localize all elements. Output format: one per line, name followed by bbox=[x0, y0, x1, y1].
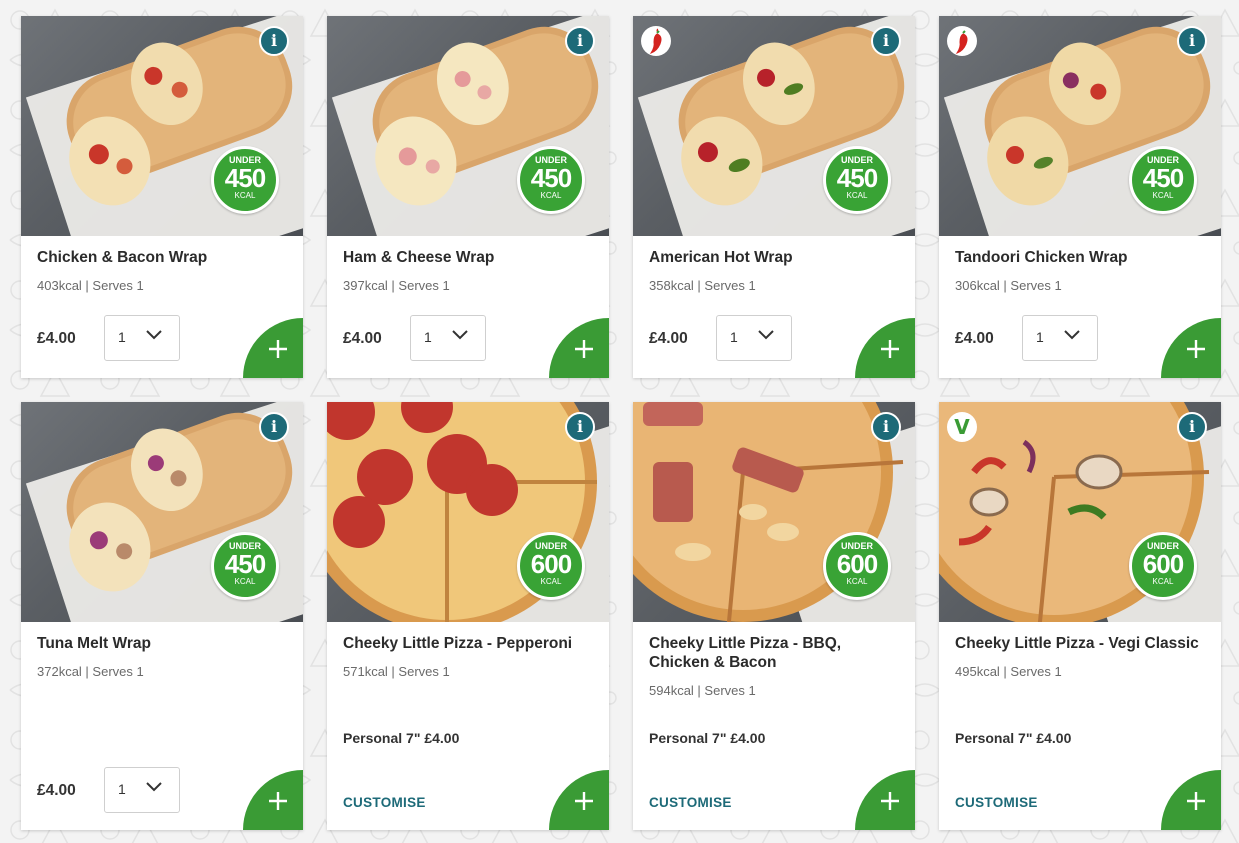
calorie-badge: UNDER 450 KCAL bbox=[1129, 146, 1197, 214]
add-to-basket-button[interactable] bbox=[549, 770, 609, 830]
chevron-down-icon bbox=[758, 330, 774, 340]
info-icon[interactable]: i bbox=[565, 26, 595, 56]
calorie-badge: UNDER 600 KCAL bbox=[1129, 532, 1197, 600]
product-title[interactable]: Cheeky Little Pizza - Vegi Classic bbox=[955, 634, 1205, 653]
product-card-pizza-vegi-classic: UNDER 600 KCAL V i Cheeky Little Pizza -… bbox=[939, 402, 1221, 830]
product-card-pizza-pepperoni: UNDER 600 KCAL i Cheeky Little Pizza - P… bbox=[327, 402, 609, 830]
calorie-badge: UNDER 450 KCAL bbox=[517, 146, 585, 214]
quantity-select[interactable]: 1 bbox=[104, 767, 180, 813]
size-price: Personal 7" £4.00 bbox=[343, 730, 460, 746]
product-title[interactable]: American Hot Wrap bbox=[649, 248, 899, 267]
product-price: £4.00 bbox=[37, 782, 76, 799]
quantity-select[interactable]: 1 bbox=[104, 315, 180, 361]
chilli-icon bbox=[641, 26, 671, 56]
size-price: Personal 7" £4.00 bbox=[955, 730, 1072, 746]
add-to-basket-button[interactable] bbox=[1161, 770, 1221, 830]
product-card-chicken-bacon-wrap: UNDER 450 KCAL i Chicken & Bacon Wrap 40… bbox=[21, 16, 303, 378]
add-to-basket-button[interactable] bbox=[1161, 318, 1221, 378]
customise-link[interactable]: CUSTOMISE bbox=[955, 795, 1038, 810]
product-title[interactable]: Tuna Melt Wrap bbox=[37, 634, 287, 653]
wrap-image[interactable]: UNDER 450 KCAL i bbox=[21, 16, 303, 236]
product-title[interactable]: Cheeky Little Pizza - Pepperoni bbox=[343, 634, 593, 653]
add-to-basket-button[interactable] bbox=[855, 770, 915, 830]
wrap-image[interactable]: UNDER 450 KCAL i bbox=[939, 16, 1221, 236]
product-card-tandoori-chicken-wrap: UNDER 450 KCAL i Tandoori Chicken Wrap 3… bbox=[939, 16, 1221, 378]
add-to-basket-button[interactable] bbox=[549, 318, 609, 378]
plus-icon bbox=[1187, 792, 1205, 810]
product-price: £4.00 bbox=[955, 330, 994, 347]
quantity-select[interactable]: 1 bbox=[716, 315, 792, 361]
product-title[interactable]: Ham & Cheese Wrap bbox=[343, 248, 593, 267]
plus-icon bbox=[881, 792, 899, 810]
add-to-basket-button[interactable] bbox=[243, 770, 303, 830]
pizza-image[interactable]: UNDER 600 KCAL i bbox=[633, 402, 915, 622]
pizza-image[interactable]: UNDER 600 KCAL V i bbox=[939, 402, 1221, 622]
info-icon[interactable]: i bbox=[871, 26, 901, 56]
product-title[interactable]: Cheeky Little Pizza - BBQ, Chicken & Bac… bbox=[649, 634, 899, 672]
plus-icon bbox=[575, 792, 593, 810]
vegetarian-icon: V bbox=[947, 412, 977, 442]
info-icon[interactable]: i bbox=[565, 412, 595, 442]
product-price: £4.00 bbox=[649, 330, 688, 347]
plus-icon bbox=[881, 340, 899, 358]
product-price: £4.00 bbox=[343, 330, 382, 347]
product-title[interactable]: Chicken & Bacon Wrap bbox=[37, 248, 287, 267]
pizza-image[interactable]: UNDER 600 KCAL i bbox=[327, 402, 609, 622]
product-meta: 403kcal | Serves 1 bbox=[37, 278, 144, 293]
chevron-down-icon bbox=[146, 330, 162, 340]
calorie-badge: UNDER 450 KCAL bbox=[211, 532, 279, 600]
plus-icon bbox=[1187, 340, 1205, 358]
product-meta: 495kcal | Serves 1 bbox=[955, 664, 1062, 679]
add-to-basket-button[interactable] bbox=[855, 318, 915, 378]
product-card-tuna-melt-wrap: UNDER 450 KCAL i Tuna Melt Wrap 372kcal … bbox=[21, 402, 303, 830]
info-icon[interactable]: i bbox=[259, 26, 289, 56]
chevron-down-icon bbox=[1064, 330, 1080, 340]
info-icon[interactable]: i bbox=[1177, 412, 1207, 442]
product-price: £4.00 bbox=[37, 330, 76, 347]
product-meta: 372kcal | Serves 1 bbox=[37, 664, 144, 679]
product-meta: 397kcal | Serves 1 bbox=[343, 278, 450, 293]
info-icon[interactable]: i bbox=[1177, 26, 1207, 56]
product-card-ham-cheese-wrap: UNDER 450 KCAL i Ham & Cheese Wrap 397kc… bbox=[327, 16, 609, 378]
calorie-badge: UNDER 450 KCAL bbox=[211, 146, 279, 214]
product-meta: 306kcal | Serves 1 bbox=[955, 278, 1062, 293]
customise-link[interactable]: CUSTOMISE bbox=[649, 795, 732, 810]
chevron-down-icon bbox=[452, 330, 468, 340]
info-icon[interactable]: i bbox=[259, 412, 289, 442]
wrap-image[interactable]: UNDER 450 KCAL i bbox=[21, 402, 303, 622]
plus-icon bbox=[575, 340, 593, 358]
calorie-badge: UNDER 600 KCAL bbox=[823, 532, 891, 600]
quantity-select[interactable]: 1 bbox=[410, 315, 486, 361]
product-meta: 358kcal | Serves 1 bbox=[649, 278, 756, 293]
calorie-badge: UNDER 450 KCAL bbox=[823, 146, 891, 214]
product-title[interactable]: Tandoori Chicken Wrap bbox=[955, 248, 1205, 267]
add-to-basket-button[interactable] bbox=[243, 318, 303, 378]
wrap-image[interactable]: UNDER 450 KCAL i bbox=[327, 16, 609, 236]
size-price: Personal 7" £4.00 bbox=[649, 730, 766, 746]
product-card-pizza-bbq-chicken-bacon: UNDER 600 KCAL i Cheeky Little Pizza - B… bbox=[633, 402, 915, 830]
quantity-select[interactable]: 1 bbox=[1022, 315, 1098, 361]
plus-icon bbox=[269, 340, 287, 358]
product-meta: 594kcal | Serves 1 bbox=[649, 683, 756, 698]
product-meta: 571kcal | Serves 1 bbox=[343, 664, 450, 679]
chilli-icon bbox=[947, 26, 977, 56]
customise-link[interactable]: CUSTOMISE bbox=[343, 795, 426, 810]
wrap-image[interactable]: UNDER 450 KCAL i bbox=[633, 16, 915, 236]
product-card-american-hot-wrap: UNDER 450 KCAL i American Hot Wrap 358kc… bbox=[633, 16, 915, 378]
info-icon[interactable]: i bbox=[871, 412, 901, 442]
chevron-down-icon bbox=[146, 782, 162, 792]
calorie-badge: UNDER 600 KCAL bbox=[517, 532, 585, 600]
plus-icon bbox=[269, 792, 287, 810]
